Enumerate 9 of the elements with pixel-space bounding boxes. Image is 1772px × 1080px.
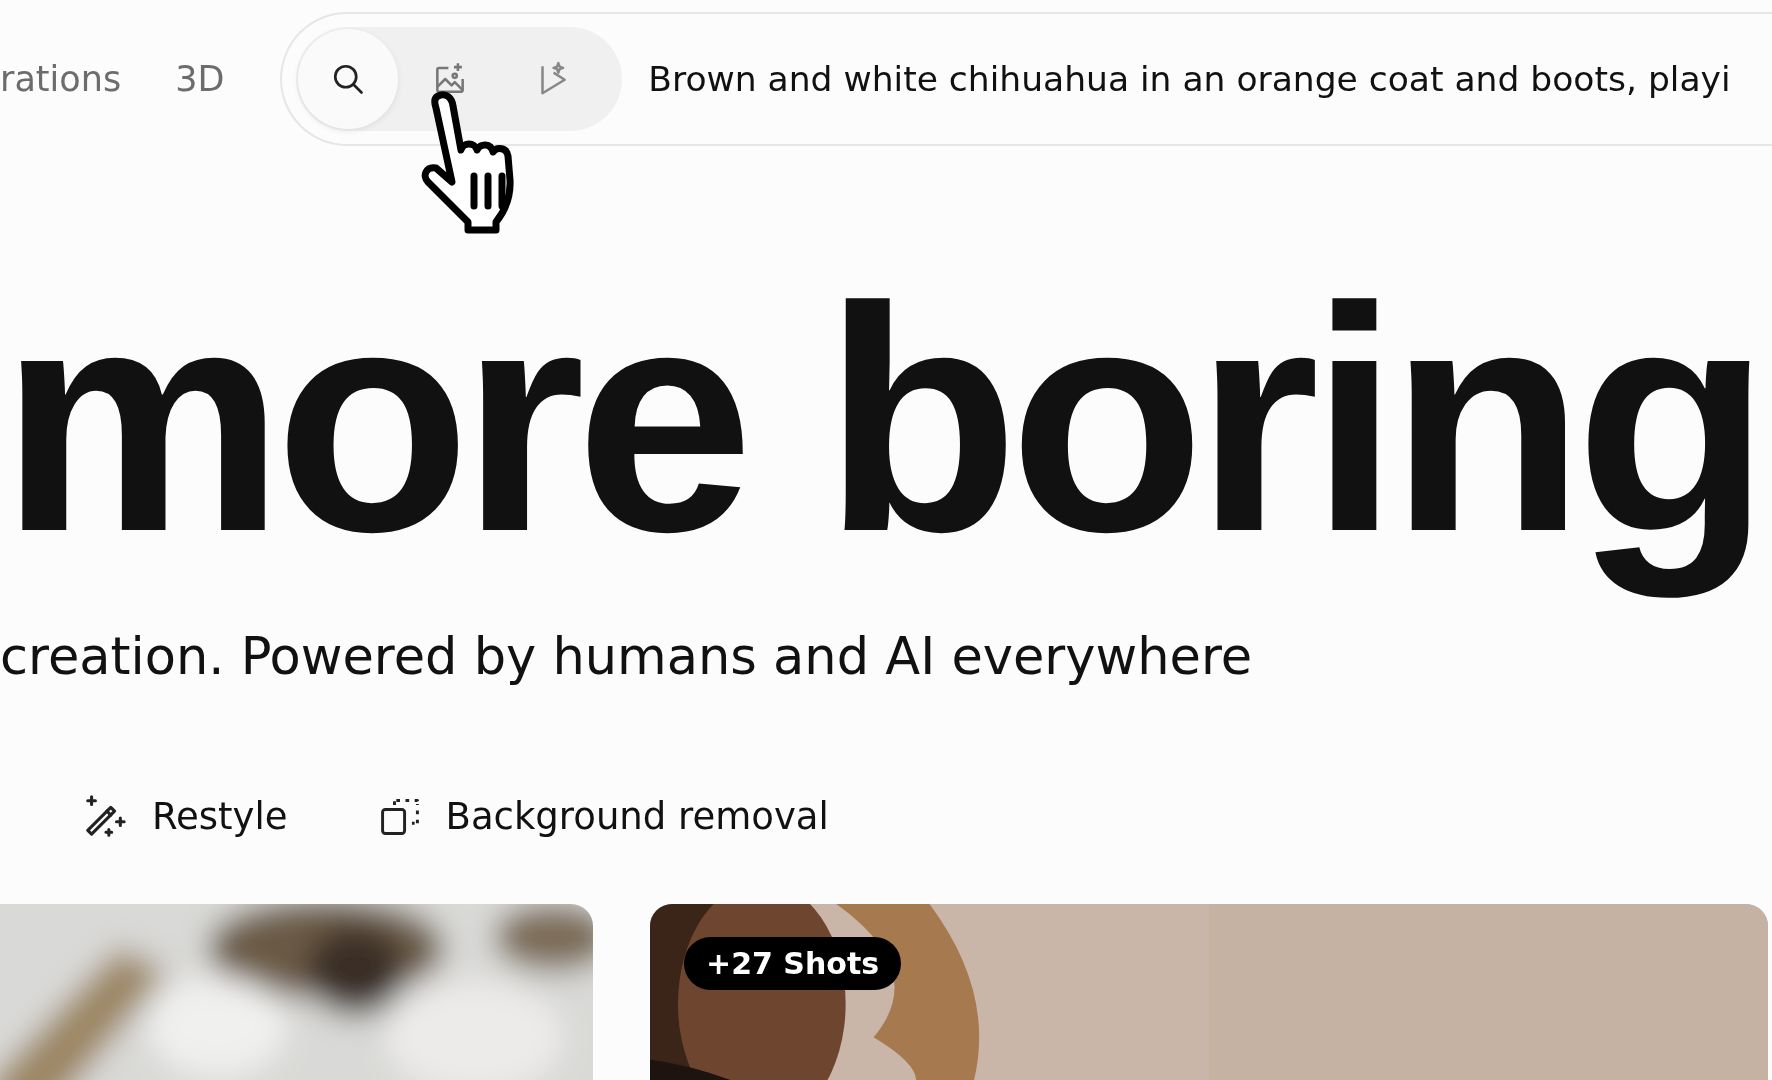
headline: more boring	[0, 239, 1762, 600]
restyle-button[interactable]: Restyle	[82, 793, 288, 839]
subtitle: creation. Powered by humans and AI everywhere	[0, 627, 1254, 687]
prompt-text: Brown and white chihuahua in an orange coat and boots, playi	[648, 59, 1731, 99]
shots-badge: +27 Shots	[684, 937, 902, 990]
nav-link[interactable]: 3D	[175, 59, 225, 99]
search-bar[interactable]: Brown and white chihuahua in an orange coat and boots, playi	[280, 12, 1772, 146]
background-removal-button[interactable]: Background removal	[377, 794, 829, 838]
nav-link[interactable]: rations	[0, 59, 122, 99]
